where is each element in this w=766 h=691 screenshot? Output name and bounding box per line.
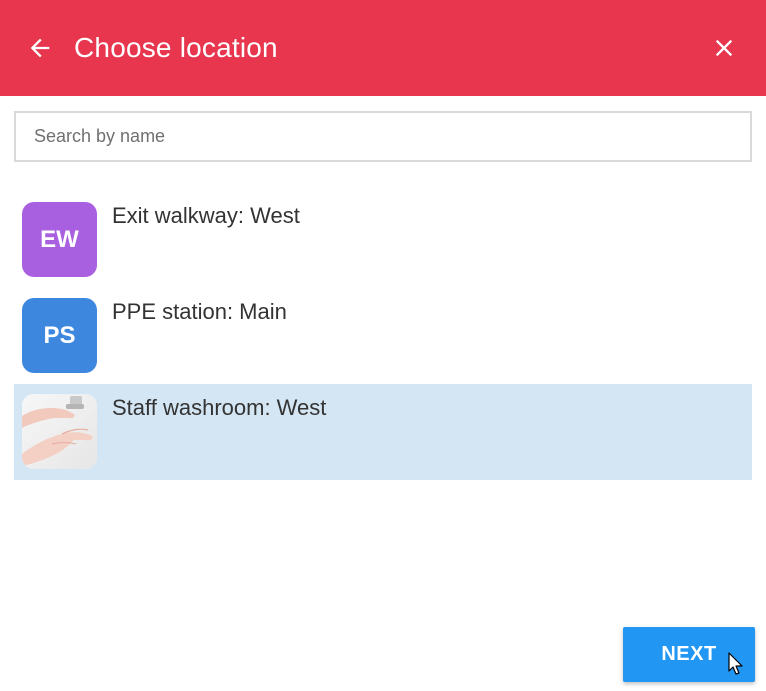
close-button[interactable]	[706, 30, 742, 66]
close-icon	[715, 39, 733, 57]
list-item-label: Exit walkway: West	[112, 203, 300, 228]
list-item-exit-walkway[interactable]: EW Exit walkway: West	[14, 192, 752, 288]
next-button[interactable]: NEXT	[623, 627, 755, 682]
avatar-initials: PS	[43, 321, 76, 349]
avatar: PS	[22, 298, 97, 373]
list-item-label: Staff washroom: West	[112, 395, 327, 420]
dialog-header: Choose location	[0, 0, 766, 96]
hand-washing-photo	[22, 394, 97, 469]
arrow-left-icon	[30, 38, 50, 58]
list-item-staff-washroom[interactable]: Staff washroom: West	[14, 384, 752, 480]
dialog-title: Choose location	[74, 32, 278, 63]
list-item-ppe-station[interactable]: PS PPE station: Main	[14, 288, 752, 384]
back-button[interactable]	[22, 30, 58, 66]
avatar: EW	[22, 202, 97, 277]
avatar-initials: EW	[40, 225, 79, 253]
search-input[interactable]	[14, 111, 752, 162]
location-list: EW Exit walkway: West PS PPE station: Ma…	[14, 192, 752, 480]
list-item-label: PPE station: Main	[112, 299, 287, 324]
choose-location-dialog: Choose location EW Exit walkway: West PS…	[0, 0, 766, 691]
